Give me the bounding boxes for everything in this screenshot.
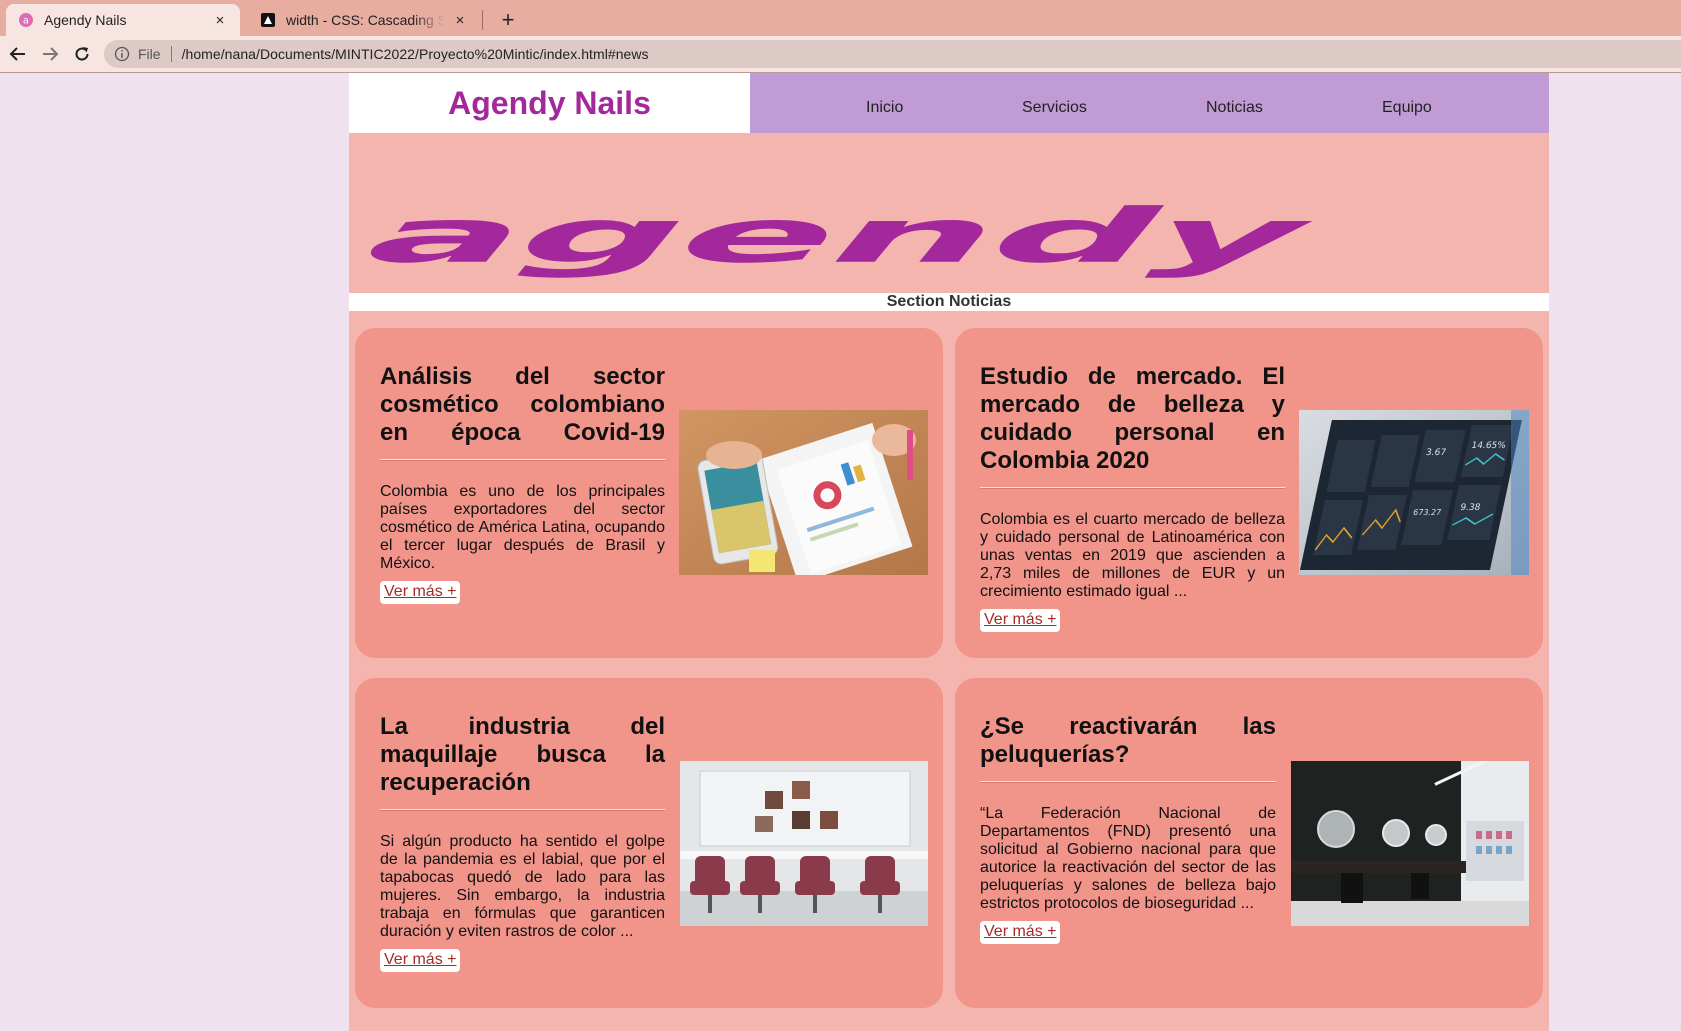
news-card: ¿Se reactivarán las peluquerías? “La Fed… bbox=[955, 678, 1543, 1008]
tab-divider bbox=[482, 10, 483, 30]
read-more-link[interactable]: Ver más + bbox=[980, 609, 1061, 632]
browser-tab-bar: a Agendy Nails × width - CSS: Cascading … bbox=[0, 0, 1681, 36]
back-arrow-icon[interactable] bbox=[6, 42, 30, 66]
close-icon[interactable]: × bbox=[450, 10, 470, 30]
agendy-logo: agendy bbox=[360, 193, 1321, 279]
read-more-link[interactable]: Ver más + bbox=[380, 581, 461, 604]
barbershop-photo bbox=[1291, 761, 1529, 926]
svg-text:9.38: 9.38 bbox=[1459, 503, 1481, 513]
dashboard-screen-photo: 14.65% 3.67 673.27 9.38 bbox=[1299, 410, 1529, 575]
svg-text:14.65%: 14.65% bbox=[1470, 441, 1507, 451]
news-title: Estudio de mercado. El mercado de bellez… bbox=[980, 363, 1285, 474]
browser-toolbar: File /home/nana/Documents/MINTIC2022/Pro… bbox=[0, 36, 1681, 73]
mdn-favicon-icon bbox=[260, 12, 276, 28]
info-icon[interactable] bbox=[114, 46, 130, 62]
brand-title[interactable]: Agendy Nails bbox=[349, 73, 750, 133]
news-title: Análisis del sector cosmético colombiano… bbox=[380, 363, 665, 446]
page-container: Agendy Nails Inicio Servicios Noticias E… bbox=[349, 73, 1549, 1031]
news-excerpt: Colombia es el cuarto mercado de belleza… bbox=[980, 511, 1285, 600]
site-header: Agendy Nails Inicio Servicios Noticias E… bbox=[349, 73, 1549, 133]
news-card: Análisis del sector cosmético colombiano… bbox=[355, 328, 943, 658]
tab-agendy-nails[interactable]: a Agendy Nails × bbox=[6, 4, 240, 36]
read-more-link[interactable]: Ver más + bbox=[380, 949, 461, 972]
main-nav: Inicio Servicios Noticias Equipo bbox=[750, 73, 1549, 133]
svg-text:673.27: 673.27 bbox=[1412, 507, 1442, 517]
scheme-label: File bbox=[138, 46, 161, 62]
desk-charts-photo bbox=[679, 410, 928, 575]
tab-title: Agendy Nails bbox=[44, 12, 127, 28]
tab-title: width - CSS: Cascading Sty bbox=[286, 12, 444, 28]
svg-text:a: a bbox=[23, 16, 29, 27]
address-bar[interactable]: File /home/nana/Documents/MINTIC2022/Pro… bbox=[104, 40, 1681, 68]
news-card: Estudio de mercado. El mercado de bellez… bbox=[955, 328, 1543, 658]
nav-link-equipo[interactable]: Equipo bbox=[1382, 99, 1432, 117]
nav-link-servicios[interactable]: Servicios bbox=[1022, 99, 1087, 117]
nav-link-noticias[interactable]: Noticias bbox=[1206, 99, 1263, 117]
address-divider bbox=[170, 46, 172, 62]
news-title: ¿Se reactivarán las peluquerías? bbox=[980, 713, 1276, 768]
new-tab-button[interactable]: + bbox=[494, 6, 522, 34]
svg-text:agendy: agendy bbox=[360, 193, 1321, 279]
news-excerpt: Colombia es uno de los principales paíse… bbox=[380, 483, 665, 572]
section-title: Section Noticias bbox=[349, 293, 1549, 311]
tab-mdn-width[interactable]: width - CSS: Cascading Sty × bbox=[248, 4, 480, 36]
forward-arrow-icon[interactable] bbox=[38, 42, 62, 66]
divider bbox=[380, 459, 665, 461]
nav-link-inicio[interactable]: Inicio bbox=[866, 99, 903, 117]
divider bbox=[980, 781, 1276, 783]
news-card: La industria del maquillaje busca la rec… bbox=[355, 678, 943, 1008]
read-more-link[interactable]: Ver más + bbox=[980, 921, 1061, 944]
url-text[interactable]: /home/nana/Documents/MINTIC2022/Proyecto… bbox=[182, 46, 649, 62]
close-icon[interactable]: × bbox=[210, 10, 230, 30]
salon-chairs-photo bbox=[680, 761, 928, 926]
divider bbox=[380, 809, 665, 811]
agendy-favicon-icon: a bbox=[18, 12, 34, 28]
divider bbox=[980, 487, 1285, 489]
svg-text:3.67: 3.67 bbox=[1425, 448, 1447, 458]
news-excerpt: “La Federación Nacional de Departamentos… bbox=[980, 805, 1276, 912]
hero-banner: agendy bbox=[349, 133, 1549, 293]
news-title: La industria del maquillaje busca la rec… bbox=[380, 713, 665, 796]
reload-icon[interactable] bbox=[70, 42, 94, 66]
news-excerpt: Si algún producto ha sentido el golpe de… bbox=[380, 833, 665, 940]
